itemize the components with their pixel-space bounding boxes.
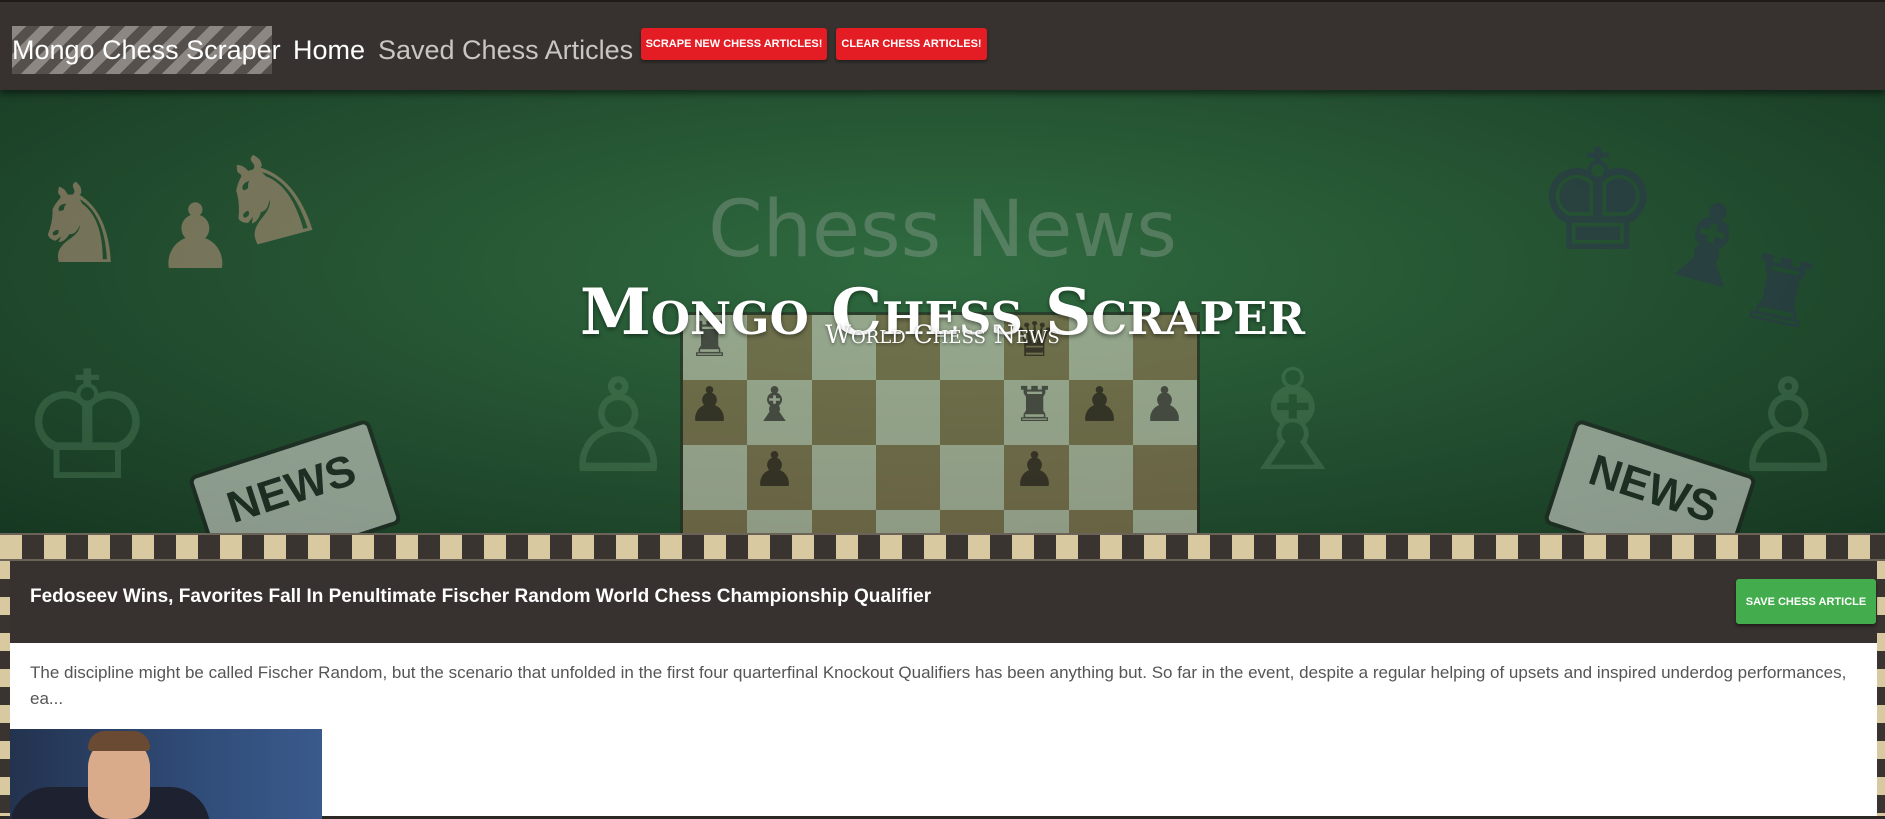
clear-articles-button[interactable]: Clear Chess Articles! xyxy=(836,28,987,60)
article-card-header: Fedoseev Wins, Favorites Fall In Penulti… xyxy=(10,561,1877,643)
newspaper-right-icon: NEWS xyxy=(1542,418,1758,533)
save-article-button[interactable]: Save Chess Article xyxy=(1736,579,1876,624)
rook-piece-icon: ♜ xyxy=(1013,377,1057,433)
scrape-articles-button[interactable]: Scrape New Chess Articles! xyxy=(641,28,827,60)
article-summary: The discipline might be called Fischer R… xyxy=(30,663,1847,708)
chessboard-border-right xyxy=(1877,561,1885,816)
chessboard-border-left xyxy=(0,561,10,816)
pawn-piece-icon: ♟ xyxy=(753,442,797,498)
king-piece-icon: ♚ xyxy=(1535,120,1661,283)
navbar: Mongo Chess Scraper Home Saved Chess Art… xyxy=(0,0,1885,90)
hero-subtitle: World Chess News xyxy=(825,320,1060,349)
thumbnail-hair xyxy=(88,731,150,751)
pawn-piece-icon: ♟ xyxy=(1143,377,1187,433)
nav-link-saved-articles[interactable]: Saved Chess Articles xyxy=(378,32,633,68)
nav-link-home[interactable]: Home xyxy=(293,32,365,68)
chessboard-border-strip xyxy=(0,533,1885,561)
brand-logo-link[interactable]: Mongo Chess Scraper xyxy=(12,26,281,74)
pawn-piece-icon: ♟ xyxy=(1078,377,1122,433)
bishop-piece-icon: ♝ xyxy=(753,377,797,433)
newspaper-left-icon: NEWS xyxy=(187,418,403,533)
pawn-piece-icon: ♙ xyxy=(560,350,677,502)
pawn-piece-icon: ♟ xyxy=(1013,442,1057,498)
article-title[interactable]: Fedoseev Wins, Favorites Fall In Penulti… xyxy=(30,586,931,608)
knight-piece-icon: ♞ xyxy=(30,160,129,288)
king-piece-icon: ♔ xyxy=(20,340,155,514)
hero-banner: Chess News ♞ ♟ ♞ ♚ ♝ ♜ ♔ ♙ ♗ ♙ NEWS NEWS… xyxy=(0,90,1885,533)
article-card-body: The discipline might be called Fischer R… xyxy=(10,643,1877,819)
article-thumbnail[interactable] xyxy=(10,729,322,819)
pawn-piece-icon: ♟ xyxy=(688,377,732,433)
bishop-piece-icon: ♗ xyxy=(1230,340,1356,503)
